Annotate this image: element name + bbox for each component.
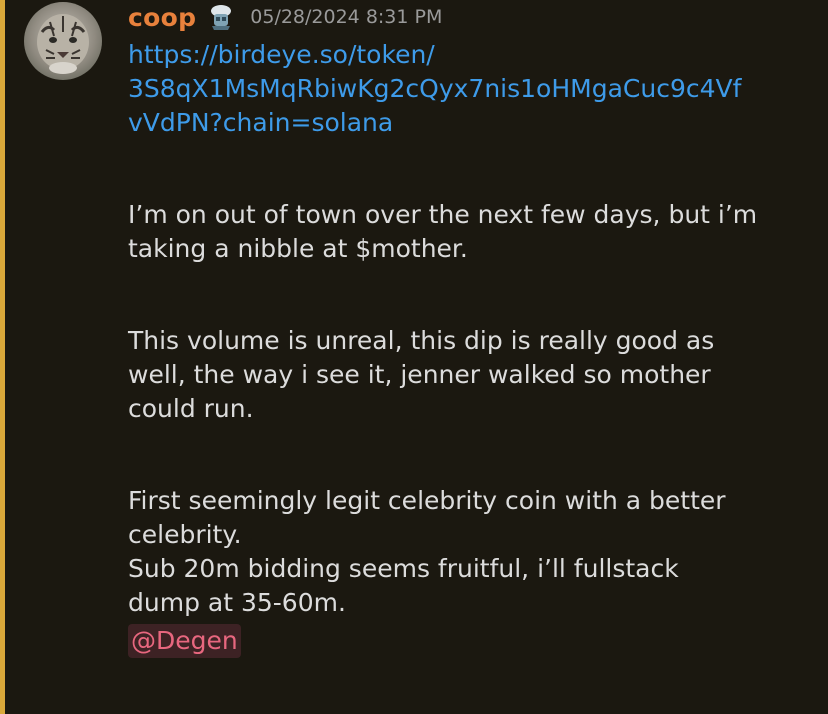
message-text-line: taking a nibble at $mother.	[128, 234, 468, 263]
avatar[interactable]	[24, 2, 102, 80]
message-content: https://birdeye.so/token/ 3S8qX1MsMqRbiw…	[128, 38, 808, 658]
message-text-line: dump at 35-60m.	[128, 588, 346, 617]
role-mention[interactable]: @Degen	[128, 624, 241, 658]
message-text-line: could run.	[128, 394, 254, 423]
message-text-line: celebrity.	[128, 520, 242, 549]
message-text-line: This volume is unreal, this dip is reall…	[128, 326, 715, 355]
message-timestamp[interactable]: 05/28/2024 8:31 PM	[250, 6, 442, 28]
token-link-line-3[interactable]: vVdPN?chain=solana	[128, 106, 808, 140]
message-text-line: I’m on out of town over the next few day…	[128, 200, 758, 229]
message-text-line: well, the way i see it, jenner walked so…	[128, 360, 711, 389]
tiger-avatar-icon	[37, 14, 89, 74]
token-link-line-1[interactable]: https://birdeye.so/token/	[128, 38, 808, 72]
author-name[interactable]: coop	[128, 3, 196, 32]
bot-emoji-icon[interactable]	[206, 2, 236, 32]
message-header: coop 05/28/2024 8:31 PM	[128, 0, 442, 34]
token-link-line-2[interactable]: 3S8qX1MsMqRbiwKg2cQyx7nis1oHMgaCuc9c4Vf	[128, 72, 808, 106]
chat-message: coop 05/28/2024 8:31 PM https://birdeye.…	[0, 0, 828, 714]
message-text-line: Sub 20m bidding seems fruitful, i’ll ful…	[128, 554, 679, 583]
mention-highlight-bar	[0, 0, 5, 714]
message-text-line: First seemingly legit celebrity coin wit…	[128, 486, 726, 515]
